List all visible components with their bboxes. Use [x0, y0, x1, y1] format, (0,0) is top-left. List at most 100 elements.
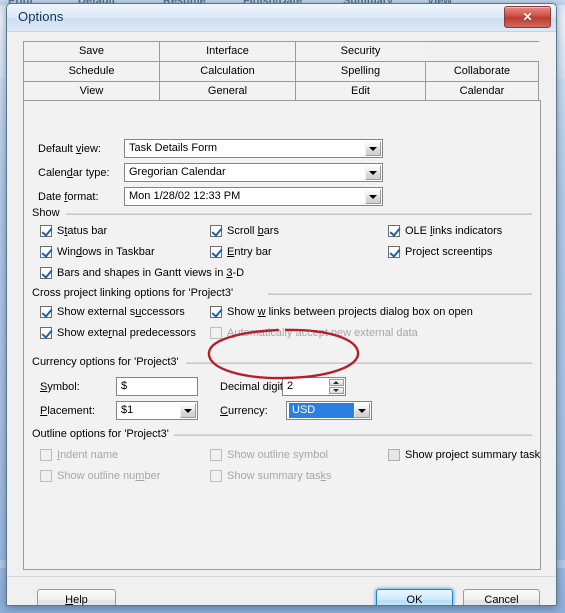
decimal-digits-value: 2 — [287, 380, 294, 392]
lab-pre: Show outline nu — [57, 470, 136, 482]
cross-project-group-title: Cross project linking options for 'Proje… — [32, 287, 238, 300]
symbol-input[interactable]: $ — [116, 377, 198, 396]
tab-edit[interactable]: Edit — [295, 81, 426, 101]
lab-post: ntry bar — [234, 246, 272, 258]
dialog-body: Save Interface Security Schedule Calcula… — [7, 32, 556, 606]
lab-post: -D — [232, 267, 245, 279]
tab-view[interactable]: View — [23, 81, 160, 101]
calendar-type-value: Gregorian Calendar — [129, 166, 226, 178]
view-tab-panel: Default view: Task Details Form Calendar… — [23, 100, 541, 570]
checkbox-label: Show outline number — [57, 470, 160, 483]
lab-pre: Bars and shapes in Gantt views in — [57, 267, 227, 279]
checkbox-label: Show summary tasks — [227, 470, 332, 483]
chevron-down-icon[interactable] — [354, 403, 370, 418]
tab-schedule[interactable]: Schedule — [23, 61, 160, 81]
checkbox-label: Indent name — [57, 449, 118, 462]
decimal-digits-stepper[interactable]: 2 — [282, 377, 346, 396]
checkbox-box — [40, 306, 52, 318]
checkbox-box — [40, 246, 52, 258]
checkbox-label: Show w links between projects dialog box… — [227, 306, 473, 319]
placement-value: $1 — [121, 404, 134, 416]
tab-calendar[interactable]: Calendar — [425, 81, 539, 101]
checkbox-label: Project screentips — [405, 246, 492, 259]
calendar-type-label: Calendar type: — [38, 167, 110, 180]
cancel-button[interactable]: Cancel — [463, 589, 540, 605]
lab-post: nal predecessors — [112, 327, 196, 339]
chevron-down-icon[interactable] — [365, 165, 381, 180]
footer-divider — [7, 576, 556, 577]
calendar-type-combo[interactable]: Gregorian Calendar — [124, 163, 383, 182]
chevron-down-icon[interactable] — [180, 403, 196, 418]
date-format-combo[interactable]: Mon 1/28/02 12:33 PM — [124, 187, 383, 206]
help-label-key: H — [65, 594, 74, 606]
tab-collaborate[interactable]: Collaborate — [425, 61, 539, 81]
lab-pre: Show — [227, 306, 258, 318]
date-format-label-post: ormat: — [67, 191, 99, 203]
outline-group-rule — [174, 434, 532, 436]
checkbox-label: Windows in Taskbar — [57, 246, 155, 259]
placement-label: Placement: — [40, 405, 95, 418]
checkbox-box — [388, 449, 400, 461]
lab-pre: Show outline symbol — [227, 449, 328, 461]
calendar-type-label-pre: Calen — [38, 167, 67, 179]
checkbox-box — [210, 225, 222, 237]
stepper-buttons — [329, 379, 344, 394]
checkbox-box — [210, 306, 222, 318]
tab-row: Schedule Calculation Spelling Collaborat… — [23, 61, 541, 81]
checkbox-label: Status bar — [57, 225, 107, 238]
stepper-down-icon[interactable] — [329, 387, 344, 394]
placement-label-post: lacement: — [47, 405, 96, 417]
checkbox-label: OLE links indicators — [405, 225, 502, 238]
default-view-combo[interactable]: Task Details Form — [124, 139, 383, 158]
tab-strip: Save Interface Security Schedule Calcula… — [23, 41, 541, 102]
placement-combo[interactable]: $1 — [116, 401, 198, 420]
lab-pre: Show pro — [405, 449, 452, 461]
tab-general[interactable]: General — [159, 81, 296, 101]
tab-calculation[interactable]: Calculation — [159, 61, 296, 81]
lab-pre: Show exte — [57, 327, 109, 339]
tab-security[interactable]: Security — [295, 41, 426, 61]
dialog-title: Options — [18, 9, 64, 24]
lab-post: utomatically accept new external data — [234, 327, 418, 339]
lab-post: ows in Taskbar — [82, 246, 155, 258]
decimal-digits-label-pre: Decimal di — [220, 381, 272, 393]
default-view-value: Task Details Form — [129, 142, 218, 154]
chevron-down-icon[interactable] — [365, 141, 381, 156]
lab-post: s — [326, 470, 332, 482]
checkbox-label: Bars and shapes in Gantt views in 3-D — [57, 267, 244, 280]
checkbox-box — [40, 470, 52, 482]
lab-post: ndent name — [60, 449, 119, 461]
lab-post: ars — [263, 225, 279, 237]
lab-post: atus bar — [67, 225, 108, 237]
lab-post: links between projects dialog box on ope… — [265, 306, 473, 318]
checkbox-box — [210, 246, 222, 258]
stepper-up-icon[interactable] — [329, 379, 344, 386]
lab-pre: Show summary tas — [227, 470, 321, 482]
currency-group-title: Currency options for 'Project3' — [32, 356, 183, 369]
currency-label: Currency: — [220, 405, 268, 418]
checkbox-box — [388, 225, 400, 237]
symbol-label: Symbol: — [40, 381, 80, 394]
chevron-down-icon[interactable] — [365, 189, 381, 204]
checkbox-label: Entry bar — [227, 246, 272, 259]
tab-row1-spacer — [425, 41, 539, 61]
checkbox-label: Show external successors — [57, 306, 185, 319]
checkbox-label: Show external predecessors — [57, 327, 196, 340]
outline-group-title: Outline options for 'Project3' — [32, 428, 173, 441]
currency-value: USD — [289, 403, 358, 418]
close-button[interactable]: ✕ — [504, 6, 551, 28]
tab-save[interactable]: Save — [23, 41, 160, 61]
cross-project-group-rule — [268, 293, 532, 295]
date-format-label-pre: Date — [38, 191, 65, 203]
tab-interface[interactable]: Interface — [159, 41, 296, 61]
help-button[interactable]: Help — [37, 589, 116, 606]
show-group-rule — [66, 213, 532, 215]
checkbox-box — [40, 327, 52, 339]
checkbox-label: Scroll bars — [227, 225, 279, 238]
currency-label-post: urrency: — [227, 405, 268, 417]
default-view-label: Default view: — [38, 143, 101, 156]
currency-combo[interactable]: USD — [286, 401, 372, 420]
tab-spelling[interactable]: Spelling — [295, 61, 426, 81]
dialog-title-bar: Options ✕ — [7, 4, 556, 32]
ok-button[interactable]: OK — [376, 589, 453, 605]
